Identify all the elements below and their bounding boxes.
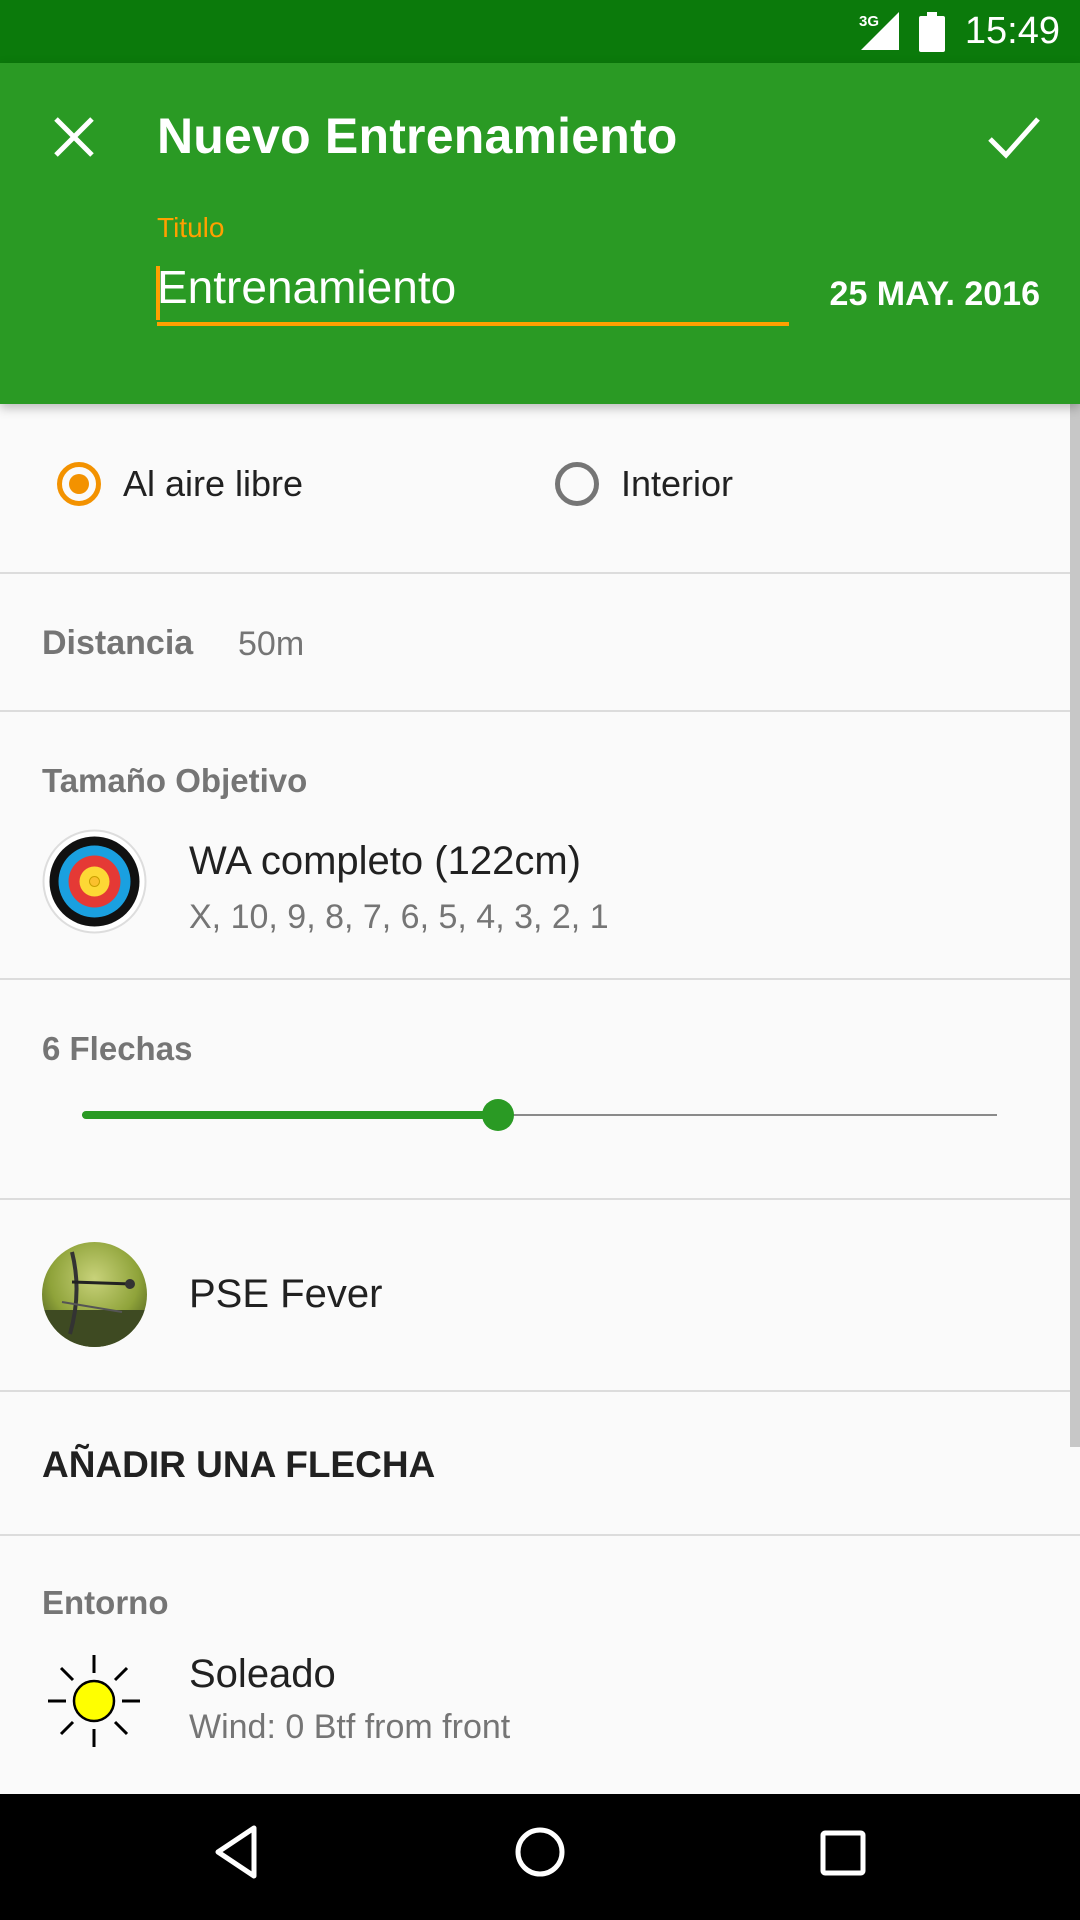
environment-label: Entorno <box>42 1584 169 1621</box>
bow-avatar <box>42 1242 147 1347</box>
signal-icon: 3G <box>859 12 899 50</box>
app-bar: Nuevo Entrenamiento Titulo 25 MAY. 2016 <box>0 63 1080 404</box>
bow-section[interactable]: PSE Fever <box>0 1200 1080 1392</box>
add-arrow-button[interactable]: AÑADIR UNA FLECHA <box>42 1444 435 1486</box>
radio-outdoor[interactable]: Al aire libre <box>57 462 303 506</box>
add-arrow-section[interactable]: AÑADIR UNA FLECHA <box>0 1392 1080 1536</box>
weather-wind: Wind: 0 Btf from front <box>189 1708 511 1746</box>
page-title: Nuevo Entrenamiento <box>157 108 678 164</box>
radio-indoor[interactable]: Interior <box>555 462 733 506</box>
status-time: 15:49 <box>964 10 1060 52</box>
battery-icon <box>919 12 945 52</box>
home-icon[interactable] <box>513 1824 567 1880</box>
arrows-slider-thumb[interactable] <box>482 1099 515 1131</box>
title-input[interactable] <box>157 258 789 326</box>
back-icon[interactable] <box>212 1824 260 1880</box>
radio-unchecked-icon <box>555 462 599 506</box>
radio-indoor-label: Interior <box>621 463 734 504</box>
distance-label: Distancia <box>42 624 194 662</box>
arrows-section: 6 Flechas <box>0 980 1080 1200</box>
target-section[interactable]: Tamaño Objetivo WA completo (122cm) X, 1… <box>0 712 1080 980</box>
title-field-label: Titulo <box>157 212 225 243</box>
text-cursor <box>156 266 160 320</box>
weather-section[interactable]: Entorno Soleado Wind: 0 Btf from front <box>0 1536 1080 1796</box>
date-button[interactable]: 25 MAY. 2016 <box>830 275 1040 314</box>
target-size-label: Tamaño Objetivo <box>42 762 308 799</box>
target-scoring: X, 10, 9, 8, 7, 6, 5, 4, 3, 2, 1 <box>189 898 609 936</box>
arrows-slider-fill <box>82 1111 499 1119</box>
sun-icon <box>48 1655 140 1747</box>
navigation-bar <box>0 1794 1080 1920</box>
environment-type-section: Al aire libre Interior <box>0 404 1080 574</box>
close-icon[interactable] <box>48 111 100 163</box>
status-bar: 3G 15:49 <box>0 0 1080 63</box>
recents-icon[interactable] <box>819 1824 867 1880</box>
arrows-count-label: 6 Flechas <box>42 1030 193 1067</box>
radio-checked-icon <box>57 462 101 506</box>
target-name: WA completo (122cm) <box>189 839 581 883</box>
check-icon[interactable] <box>986 111 1042 163</box>
scrollbar[interactable] <box>1070 404 1080 1447</box>
training-form: Al aire libre Interior Distancia 50m Tam… <box>0 404 1080 1796</box>
distance-section[interactable]: Distancia 50m <box>0 574 1080 712</box>
weather-condition: Soleado <box>189 1652 336 1696</box>
network-type: 3G <box>859 13 879 30</box>
bow-name: PSE Fever <box>189 1272 383 1316</box>
target-face-icon <box>42 829 147 934</box>
distance-value[interactable]: 50m <box>238 625 304 664</box>
radio-outdoor-label: Al aire libre <box>123 463 304 504</box>
